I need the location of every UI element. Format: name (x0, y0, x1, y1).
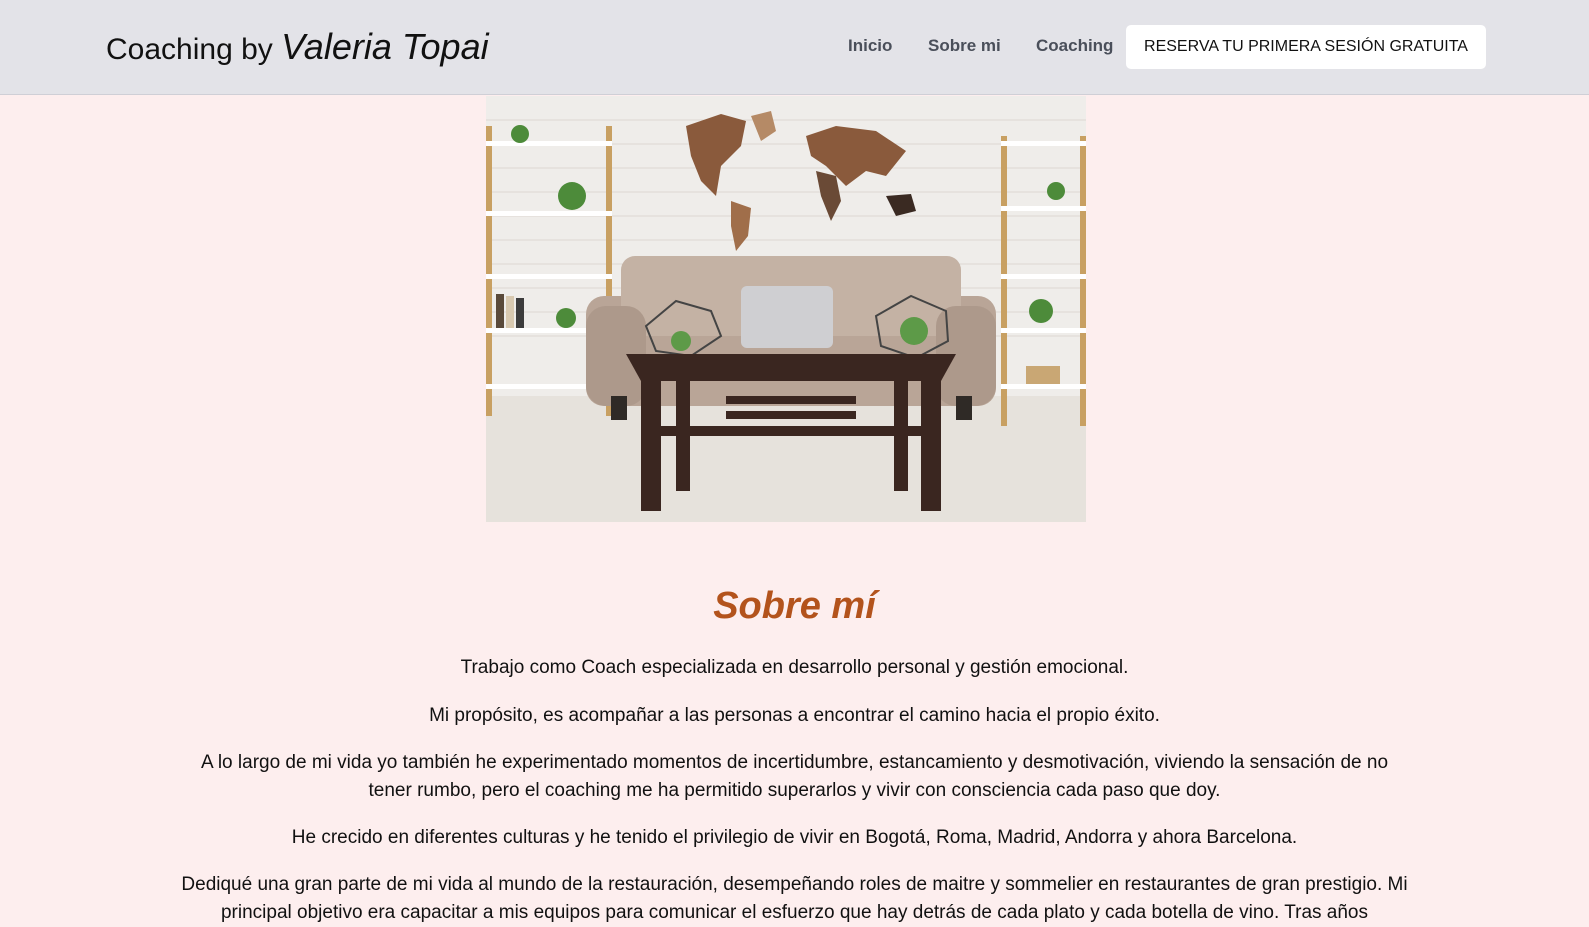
hero-living-room-image (486, 96, 1086, 522)
nav-link-coaching[interactable]: Coaching (1036, 36, 1113, 56)
page-title: Sobre mí (713, 585, 876, 628)
brand-prefix: Coaching by (106, 33, 273, 66)
brand-name: Valeria Topai (281, 26, 489, 67)
nav-link-sobre-mi[interactable]: Sobre mi (928, 36, 1001, 56)
paragraph-experience: A lo largo de mi vida yo también he expe… (200, 752, 1389, 801)
paragraph-career: Dediqué una gran parte de mi vida al mun… (181, 874, 1408, 923)
paragraph-purpose: Mi propósito, es acompañar a las persona… (429, 705, 1160, 726)
living-room-illustration (486, 96, 1086, 522)
nav-link-inicio[interactable]: Inicio (848, 36, 892, 56)
brand-logo[interactable]: Coaching by Valeria Topai (106, 26, 489, 68)
paragraph-cultures: He crecido en diferentes culturas y he t… (291, 827, 1298, 848)
top-navbar: Coaching by Valeria Topai Inicio Sobre m… (0, 0, 1589, 95)
paragraph-intro: Trabajo como Coach especializada en desa… (460, 657, 1129, 678)
book-free-session-button[interactable]: RESERVA TU PRIMERA SESIÓN GRATUITA (1126, 25, 1486, 69)
